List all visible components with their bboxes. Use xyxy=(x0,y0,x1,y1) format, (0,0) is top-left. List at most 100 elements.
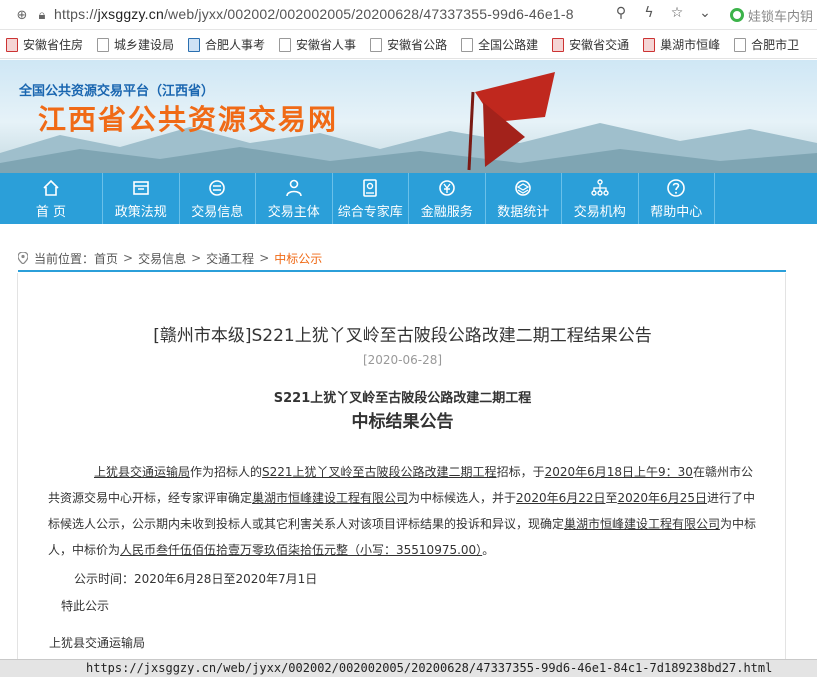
nav-label: 首 页 xyxy=(35,204,67,220)
nav-label: 数据统计 xyxy=(497,204,550,220)
star-icon[interactable]: ☆ xyxy=(668,5,686,21)
blue-doc-icon xyxy=(188,37,201,52)
org-icon xyxy=(591,178,609,196)
nav-item[interactable]: 金融服务 xyxy=(409,173,486,224)
address-bar: ⊕ 🔒︎ https://jxsggzy.cn/web/jyxx/002002/… xyxy=(0,0,817,30)
site-title: 江西省公共资源交易网 xyxy=(38,103,339,136)
article-title: [赣州市本级]S221上犹丫叉岭至古陂段公路改建二期工程结果公告 xyxy=(153,326,652,346)
bookmark-item[interactable]: 巢湖市恒峰 xyxy=(643,36,720,53)
bookmark-item[interactable]: 安徽省公路 xyxy=(370,36,447,53)
nav-item[interactable]: 帮助中心 xyxy=(639,173,715,224)
body-text: 为中标候选人，并于 xyxy=(408,491,517,505)
nav-label: 帮助中心 xyxy=(650,204,703,220)
nav-label: 金融服务 xyxy=(420,204,473,220)
red-doc-icon xyxy=(6,37,18,52)
bookmark-label: 合肥市卫 xyxy=(751,38,800,52)
bookmark-label: 安徽省公路 xyxy=(387,38,448,52)
nav-item[interactable]: 交易信息 xyxy=(180,173,256,224)
home-icon xyxy=(43,179,59,196)
back-icon[interactable]: ⊕ xyxy=(14,7,30,23)
doc-icon xyxy=(97,37,110,52)
nav-label: 交易机构 xyxy=(573,204,626,220)
bookmark-item[interactable]: 安徽省人事 xyxy=(279,36,356,53)
badge-icon xyxy=(363,178,378,197)
bookmark-item[interactable]: 合肥人事考 xyxy=(188,36,265,53)
opening-date: 2020年6月18日上午9：30 xyxy=(544,465,693,479)
announcement-body: 上犹县交通运输局作为招标人的S221上犹丫叉岭至古陂段公路改建二期工程招标，于2… xyxy=(48,459,758,563)
url-field[interactable]: https://jxsggzy.cn/web/jyxx/002002/00200… xyxy=(54,6,574,22)
site-banner: 全国公共资源交易平台（江西省） 江西省公共资源交易网 xyxy=(0,60,817,173)
red-doc-icon xyxy=(643,37,656,52)
folder-icon xyxy=(132,180,149,195)
bookmark-label: 安徽省人事 xyxy=(296,38,357,52)
breadcrumb-traffic-engineering[interactable]: 交通工程 xyxy=(206,250,254,267)
lightning-icon[interactable]: ϟ xyxy=(640,5,658,21)
bookmark-item[interactable]: 安徽省交通 xyxy=(552,36,629,53)
nav-item[interactable]: 数据统计 xyxy=(486,173,562,224)
list-icon xyxy=(209,179,226,196)
bookmark-label: 城乡建设局 xyxy=(114,38,175,52)
nav-label: 综合专家库 xyxy=(337,204,403,220)
nav-item[interactable]: 交易机构 xyxy=(562,173,639,224)
nav-item[interactable]: 综合专家库 xyxy=(333,173,409,224)
chevron-down-icon[interactable]: ⌄ xyxy=(696,5,714,21)
status-bar-url: https://jxsggzy.cn/web/jyxx/002002/00200… xyxy=(0,659,817,677)
bookmark-item[interactable]: 全国公路建 xyxy=(461,36,538,53)
body-text: 招标，于 xyxy=(496,465,545,479)
breadcrumb-trade-info[interactable]: 交易信息 xyxy=(138,250,186,267)
doc-icon xyxy=(370,37,383,52)
location-pin-icon xyxy=(18,252,28,264)
signer: 上犹县交通运输局 xyxy=(49,636,146,650)
site-subtitle: 全国公共资源交易平台（江西省） xyxy=(19,84,215,99)
announcement-heading: S221上犹丫叉岭至古陂段公路改建二期工程 xyxy=(273,391,532,406)
breadcrumb-separator: > xyxy=(123,251,134,265)
search-engine-icon xyxy=(730,8,744,22)
coin-icon xyxy=(438,179,455,196)
nav-label: 交易主体 xyxy=(267,204,320,220)
search-text: 娃锁车内钥 xyxy=(748,9,814,25)
nav-item[interactable]: 政策法规 xyxy=(103,173,180,224)
publicity-end: 2020年6月25日 xyxy=(617,491,707,505)
main-nav: 首 页 政策法规 交易信息 交易主体 综合专家库 金融服务 数据统计 交易机构 帮助中心 xyxy=(0,173,817,224)
article-panel: [赣州市本级]S221上犹丫叉岭至古陂段公路改建二期工程结果公告 [2020-0… xyxy=(17,273,786,673)
body-text: 。 xyxy=(482,543,495,557)
tenderer-name: 上犹县交通运输局 xyxy=(94,465,191,479)
question-icon xyxy=(667,178,686,197)
winner-name: 巢湖市恒峰建设工程有限公司 xyxy=(564,517,721,531)
zoom-icon[interactable]: ⚲ xyxy=(612,5,630,21)
breadcrumb-separator: > xyxy=(191,251,202,265)
lock-icon: 🔒︎ xyxy=(38,7,46,23)
notice-period: 公示时间：2020年6月28日至2020年7月1日 xyxy=(74,572,318,586)
announcement-subheading: 中标结果公告 xyxy=(351,412,454,432)
bookmark-label: 巢湖市恒峰 xyxy=(660,38,721,52)
doc-icon xyxy=(279,37,292,52)
special-notice: 特此公示 xyxy=(61,599,110,613)
bookmarks-bar: 安徽省住房 城乡建设局 合肥人事考 安徽省人事 安徽省公路 全国公路建 安徽省交通 巢湖市恒峰… xyxy=(0,31,817,59)
breadcrumb-home[interactable]: 首页 xyxy=(94,250,118,267)
nav-item[interactable]: 交易主体 xyxy=(256,173,333,224)
body-text: 作为招标人的 xyxy=(190,465,263,479)
body-text: 至 xyxy=(605,491,618,505)
nav-item[interactable]: 首 页 xyxy=(0,173,103,224)
article-date: [2020-06-28] xyxy=(362,353,443,367)
url-prefix: https:// xyxy=(54,6,98,22)
bookmark-item[interactable]: 合肥市卫 xyxy=(734,36,799,53)
toolbar: ⚲ ϟ ☆ ⌄ xyxy=(612,5,714,21)
bookmark-label: 合肥人事考 xyxy=(205,38,266,52)
winning-price: 人民币叁仟伍佰伍拾壹万零玖佰柒拾伍元整（小写：35510975.00） xyxy=(120,543,483,557)
user-icon xyxy=(285,179,302,196)
red-doc-icon xyxy=(552,37,565,52)
bookmark-label: 安徽省住房 xyxy=(23,38,84,52)
nav-label: 政策法规 xyxy=(114,204,167,220)
search-box[interactable]: 娃锁车内钥 xyxy=(730,4,817,26)
bookmark-label: 全国公路建 xyxy=(478,38,539,52)
breadcrumb-current: 中标公示 xyxy=(274,251,323,266)
layers-icon xyxy=(515,179,532,196)
doc-icon xyxy=(461,37,474,52)
candidate-name: 巢湖市恒峰建设工程有限公司 xyxy=(252,491,409,505)
flag-emblem xyxy=(467,72,555,171)
breadcrumb-separator: > xyxy=(259,251,270,265)
breadcrumb: 当前位置： 首页 > 交易信息 > 交通工程 > 中标公示 xyxy=(18,246,786,272)
bookmark-item[interactable]: 安徽省住房 xyxy=(6,36,83,53)
bookmark-item[interactable]: 城乡建设局 xyxy=(97,36,174,53)
